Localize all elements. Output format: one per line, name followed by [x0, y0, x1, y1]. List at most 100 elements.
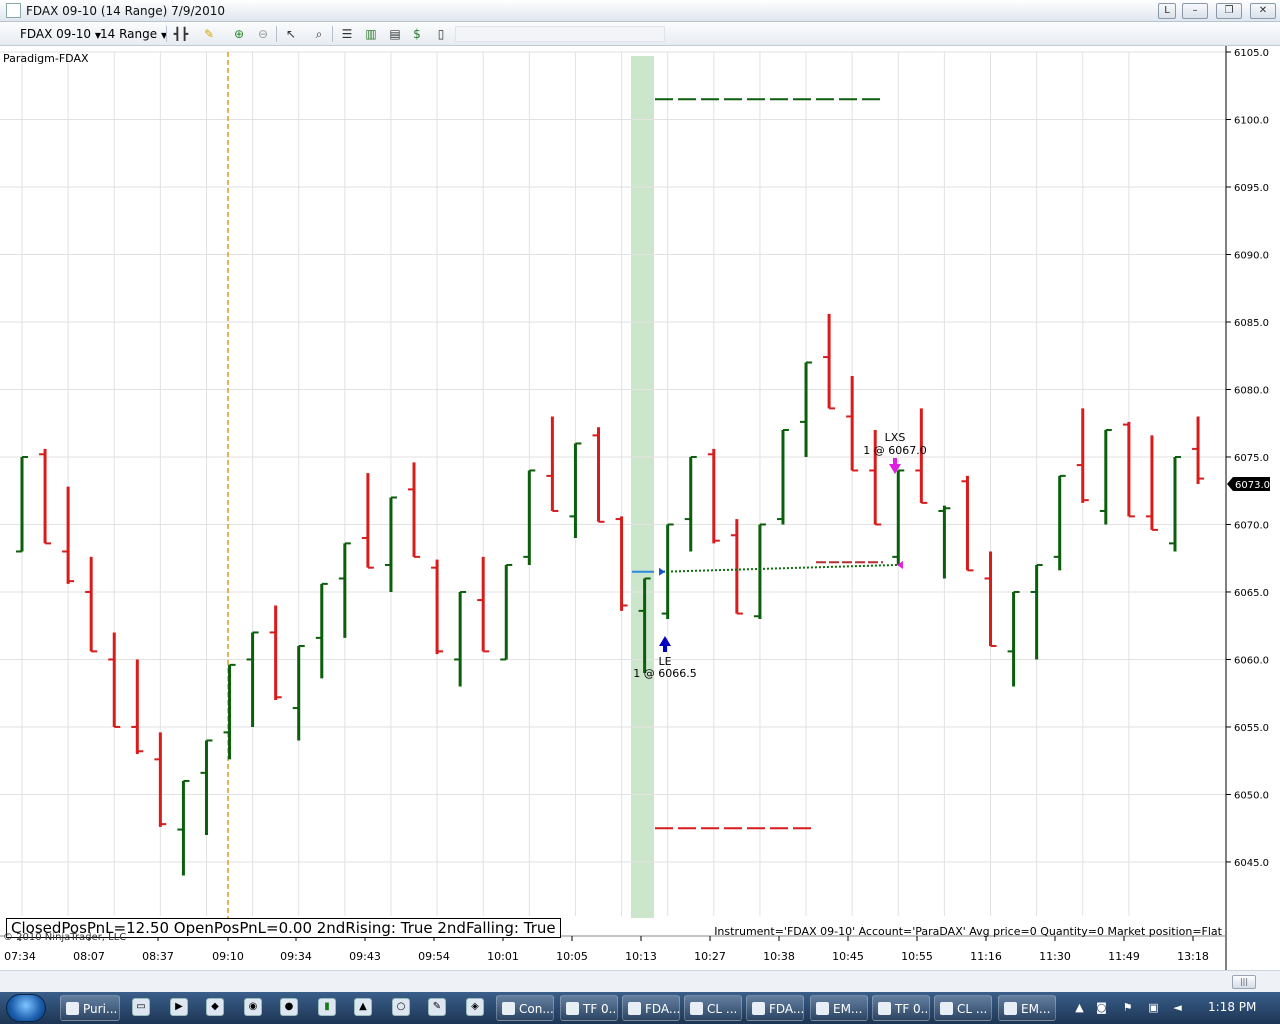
x-axis-tick-label: 10:05	[556, 950, 588, 963]
x-axis-tick-label: 10:38	[763, 950, 795, 963]
x-axis-tick-label: 08:37	[142, 950, 174, 963]
close-button[interactable]: ✕	[1250, 3, 1276, 19]
entry-bar-highlight	[631, 56, 654, 918]
trade-connector-line	[662, 563, 898, 573]
strategy-icon[interactable]: ▯	[432, 26, 450, 42]
x-axis-tick-label: 09:43	[349, 950, 381, 963]
entry-arrow-icon	[659, 636, 671, 652]
minimize-button[interactable]: –	[1182, 3, 1208, 19]
pencil-draw-icon[interactable]: ✎	[200, 26, 218, 42]
toolbar-divider	[166, 26, 167, 42]
x-axis-tick-label: 11:30	[1039, 950, 1071, 963]
folder-icon[interactable]: ▭	[132, 998, 150, 1016]
windows-taskbar: Puri... ▭ ▶ ◆ ◉ ● ▮ ▲ ○ ✎ ◈ Con... TF 0.…	[0, 992, 1280, 1024]
taskbar-button[interactable]: EM...	[810, 995, 868, 1021]
network-icon[interactable]: ▣	[1146, 1000, 1161, 1015]
y-axis-tick-label: 6095.0	[1234, 183, 1269, 194]
y-axis-tick-label: 6070.0	[1234, 520, 1269, 531]
camera-tray-icon[interactable]: ◙	[1094, 1000, 1109, 1015]
properties-icon[interactable]: ☰	[338, 26, 356, 42]
title-bar: FDAX 09-10 (14 Range) 7/9/2010 L – ❐ ✕	[0, 0, 1280, 22]
app-icon[interactable]: ●	[280, 998, 298, 1016]
app-icon[interactable]: ○	[392, 998, 410, 1016]
app-icon[interactable]: ▮	[318, 998, 336, 1016]
x-axis-tick-label: 09:10	[212, 950, 244, 963]
account-info-text: Instrument='FDAX 09-10' Account='ParaDAX…	[714, 925, 1222, 938]
taskbar-clock: 1:18 PM	[1208, 1000, 1257, 1014]
toolbar-divider	[332, 26, 333, 42]
vlc-icon[interactable]: ▲	[354, 998, 372, 1016]
y-axis-tick-label: 6045.0	[1234, 858, 1269, 869]
x-axis-tick-label: 10:55	[901, 950, 933, 963]
taskbar-button[interactable]: CL ...	[934, 995, 992, 1021]
taskbar-button[interactable]: Puri...	[60, 995, 120, 1021]
price-chart[interactable]: LE1 @ 6066.5LXS1 @ 6067.06105.06100.0609…	[0, 46, 1280, 970]
last-price-label: 6073.0	[1235, 480, 1270, 491]
cursor-icon[interactable]: ↖	[282, 26, 300, 42]
x-axis-tick-label: 09:34	[280, 950, 312, 963]
x-axis-tick-label: 10:01	[487, 950, 519, 963]
taskbar-button[interactable]: TF 0...	[872, 995, 930, 1021]
exit-signal-label: LXS	[885, 431, 906, 444]
restore-button[interactable]: ❐	[1216, 3, 1242, 19]
link-button[interactable]: L	[1158, 3, 1176, 19]
zoom-in-icon[interactable]: ⊕	[230, 26, 248, 42]
chart-trader-icon[interactable]: ▥	[362, 26, 380, 42]
pencil-icon[interactable]: ✎	[428, 998, 446, 1016]
interval-selector[interactable]: 14 Range ▼	[100, 26, 167, 42]
x-axis-tick-label: 13:18	[1177, 950, 1209, 963]
y-axis-tick-label: 6055.0	[1234, 723, 1269, 734]
interval-label: 14 Range	[100, 27, 158, 41]
x-axis-tick-label: 09:54	[418, 950, 450, 963]
y-axis-tick-label: 6050.0	[1234, 790, 1269, 801]
x-axis-tick-label: 08:07	[73, 950, 105, 963]
tray-expand-icon[interactable]: ▲	[1072, 1000, 1087, 1015]
zoom-out-icon[interactable]: ⊖	[254, 26, 272, 42]
x-axis-tick-label: 10:27	[694, 950, 726, 963]
exit-fill-label: 1 @ 6067.0	[863, 444, 926, 457]
taskbar-button[interactable]: Con...	[496, 995, 554, 1021]
y-axis-tick-label: 6085.0	[1234, 318, 1269, 329]
window-title: FDAX 09-10 (14 Range) 7/9/2010	[26, 4, 226, 18]
app-icon[interactable]: ◆	[206, 998, 224, 1016]
y-axis-tick-label: 6060.0	[1234, 655, 1269, 666]
volume-icon[interactable]: ◄	[1170, 1000, 1185, 1015]
flag-icon[interactable]: ⚑	[1120, 1000, 1135, 1015]
data-box-icon[interactable]: ▤	[386, 26, 404, 42]
camera-icon[interactable]: ◉	[244, 998, 262, 1016]
instrument-selector[interactable]: FDAX 09-10 ▼	[20, 26, 101, 42]
taskbar-button[interactable]: TF 0...	[560, 995, 618, 1021]
toolbar-text-field[interactable]	[455, 26, 665, 42]
taskbar-button[interactable]: FDA...	[622, 995, 680, 1021]
y-axis-tick-label: 6090.0	[1234, 250, 1269, 261]
taskbar-button[interactable]: EM...	[998, 995, 1056, 1021]
start-button[interactable]	[6, 994, 46, 1022]
entry-fill-label: 1 @ 6066.5	[633, 667, 696, 680]
media-player-icon[interactable]: ▶	[170, 998, 188, 1016]
toolbar-divider	[276, 26, 277, 42]
chart-app-icon	[6, 3, 21, 18]
copyright-text: © 2010 NinjaTrader, LLC	[3, 932, 127, 943]
y-axis-tick-label: 6100.0	[1234, 115, 1269, 126]
taskbar-button[interactable]: CL ...	[684, 995, 742, 1021]
instrument-label: FDAX 09-10	[20, 27, 92, 41]
magnifier-icon[interactable]: ⌕	[310, 26, 328, 42]
indicator-label: Paradigm-FDAX	[3, 52, 89, 65]
x-axis-tick-label: 07:34	[4, 950, 36, 963]
y-axis-tick-label: 6080.0	[1234, 385, 1269, 396]
y-axis-tick-label: 6075.0	[1234, 453, 1269, 464]
y-axis-tick-label: 6065.0	[1234, 588, 1269, 599]
price-chart-panel[interactable]: LE 1 @ 6066.5 LXS 1 @ 6067.0 6105.0 6100.0 609…	[0, 46, 1280, 970]
x-axis-tick-label: 10:13	[625, 950, 657, 963]
taskbar-button[interactable]: FDA...	[746, 995, 804, 1021]
dollar-icon[interactable]: $	[408, 26, 426, 42]
entry-marker	[659, 567, 665, 576]
bar-style-icon[interactable]: ┫┣	[172, 26, 190, 42]
chart-toolbar: FDAX 09-10 ▼ 14 Range ▼ ┫┣ ✎ ⊕ ⊖ ↖ ⌕ ☰ ▥…	[0, 22, 1280, 46]
horizontal-scrollbar[interactable]: |||	[0, 970, 1280, 992]
scroll-thumb[interactable]: |||	[1232, 975, 1256, 989]
x-axis-tick-label: 10:45	[832, 950, 864, 963]
app-icon[interactable]: ◈	[466, 998, 484, 1016]
y-axis-tick-label: 6105.0	[1234, 48, 1269, 59]
x-axis-tick-label: 11:16	[970, 950, 1002, 963]
